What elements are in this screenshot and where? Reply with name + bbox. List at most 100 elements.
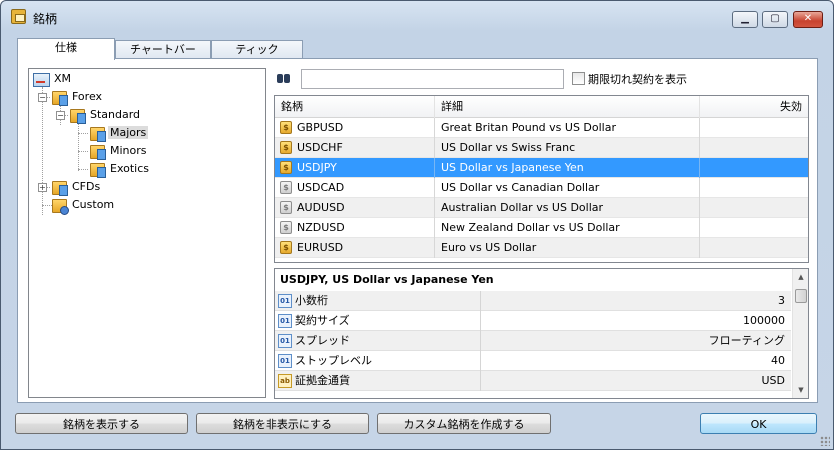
folder-icon	[89, 162, 106, 178]
table-row[interactable]: $ GBPUSD Great Britan Pound vs US Dollar	[275, 118, 808, 138]
property-name: 証拠金通貨	[275, 371, 481, 391]
tree-line	[78, 123, 79, 171]
folder-icon	[51, 180, 68, 196]
tree-node-standard[interactable]: Standard	[69, 107, 142, 124]
cell-expiry	[700, 218, 808, 238]
table-row[interactable]: $ NZDUSD New Zealand Dollar vs US Dollar	[275, 218, 808, 238]
cell-detail: New Zealand Dollar vs US Dollar	[435, 218, 700, 238]
cell-detail: US Dollar vs Canadian Dollar	[435, 178, 700, 198]
minimize-button[interactable]: ▁	[732, 11, 758, 28]
hide-symbol-button[interactable]: 銘柄を非表示にする	[196, 413, 369, 434]
title-bar[interactable]: 銘柄 ▁ ▢ ✕	[1, 1, 833, 31]
column-header-expiry[interactable]: 失効	[700, 96, 808, 118]
folder-icon	[69, 108, 86, 124]
maximize-button[interactable]: ▢	[762, 11, 788, 28]
folder-icon	[89, 144, 106, 160]
cell-symbol: $ AUDUSD	[275, 198, 435, 218]
symbol-name: AUDUSD	[297, 201, 345, 214]
column-header-symbol[interactable]: 銘柄	[275, 96, 435, 118]
table-row-selected[interactable]: $ USDJPY US Dollar vs Japanese Yen	[275, 158, 808, 178]
property-value: フローティング	[708, 334, 785, 347]
tree-node-majors[interactable]: Majors	[89, 125, 149, 142]
cell-symbol: $ USDCAD	[275, 178, 435, 198]
binoculars-search-icon[interactable]	[276, 71, 292, 85]
tree-node-cfds[interactable]: CFDs	[51, 179, 102, 196]
symbol-name: EURUSD	[297, 241, 344, 254]
property-value: 100000	[743, 314, 785, 327]
window-title: 銘柄	[33, 12, 58, 26]
column-header-detail[interactable]: 詳細	[435, 96, 700, 118]
symbol-name: USDCAD	[297, 181, 345, 194]
cell-symbol: $ USDCHF	[275, 138, 435, 158]
property-row[interactable]: 01 契約サイズ 100000	[275, 311, 791, 331]
property-row[interactable]: 01 ストップレベル 40	[275, 351, 791, 371]
table-row[interactable]: $ AUDUSD Australian Dollar vs US Dollar	[275, 198, 808, 218]
expand-cfds-icon[interactable]: +	[38, 183, 47, 192]
property-row[interactable]: 01 小数桁 3	[275, 291, 791, 311]
symbol-search-input[interactable]	[301, 69, 564, 89]
cell-expiry	[700, 178, 808, 198]
show-expired-checkbox[interactable]	[572, 72, 585, 85]
symbol-icon: $	[280, 201, 292, 214]
show-symbol-button[interactable]: 銘柄を表示する	[15, 413, 188, 434]
cell-symbol: $ NZDUSD	[275, 218, 435, 238]
cell-detail: Euro vs US Dollar	[435, 238, 700, 258]
custom-folder-icon	[51, 198, 69, 215]
tree-node-minors[interactable]: Minors	[89, 143, 149, 160]
property-name: 小数桁	[275, 291, 481, 311]
property-value: 40	[771, 354, 785, 367]
property-name: スプレッド	[275, 331, 481, 351]
app-icon	[11, 9, 26, 24]
tree-line	[78, 151, 88, 152]
tab-chart-bars[interactable]: チャートバー	[115, 40, 211, 59]
scroll-down-arrow-icon[interactable]: ▼	[793, 382, 808, 398]
symbols-window: 銘柄 ▁ ▢ ✕ 仕様 チャートバー ティック XM − Forex − Sta…	[0, 0, 834, 450]
table-row[interactable]: $ USDCHF US Dollar vs Swiss Franc	[275, 138, 808, 158]
tree-node-forex[interactable]: Forex	[51, 89, 104, 106]
folder-icon	[89, 126, 106, 142]
property-name: ストップレベル	[275, 351, 481, 371]
cell-expiry	[700, 158, 808, 178]
property-row[interactable]: ab 証拠金通貨 USD	[275, 371, 791, 391]
symbol-name: USDJPY	[297, 161, 337, 174]
symbol-group-tree[interactable]: XM − Forex − Standard Majors Minors Exot…	[28, 68, 266, 398]
cell-detail: Australian Dollar vs US Dollar	[435, 198, 700, 218]
property-row[interactable]: 01 スプレッド フローティング	[275, 331, 791, 351]
tab-ticks[interactable]: ティック	[211, 40, 303, 59]
property-value: USD	[761, 374, 785, 387]
symbol-name: USDCHF	[297, 141, 343, 154]
property-value: 3	[778, 294, 785, 307]
cell-expiry	[700, 198, 808, 218]
table-row[interactable]: $ USDCAD US Dollar vs Canadian Dollar	[275, 178, 808, 198]
scroll-up-arrow-icon[interactable]: ▲	[793, 269, 808, 285]
symbol-icon: $	[280, 241, 292, 254]
resize-grip-icon[interactable]	[820, 436, 830, 446]
symbol-icon: $	[280, 221, 292, 234]
show-expired-label[interactable]: 期限切れ契約を表示	[588, 71, 687, 87]
cell-detail: US Dollar vs Swiss Franc	[435, 138, 700, 158]
scroll-thumb[interactable]	[795, 289, 807, 303]
symbol-name: NZDUSD	[297, 221, 345, 234]
properties-scrollbar[interactable]: ▲ ▼	[792, 269, 808, 398]
cell-detail: Great Britan Pound vs US Dollar	[435, 118, 700, 138]
create-custom-symbol-button[interactable]: カスタム銘柄を作成する	[377, 413, 551, 434]
property-name: 契約サイズ	[275, 311, 481, 331]
ok-button[interactable]: OK	[700, 413, 817, 434]
collapse-forex-icon[interactable]: −	[38, 93, 47, 102]
cell-symbol: $ GBPUSD	[275, 118, 435, 138]
close-button[interactable]: ✕	[793, 11, 823, 28]
symbol-properties-panel: USDJPY, US Dollar vs Japanese Yen 01 小数桁…	[274, 268, 809, 399]
cell-detail: US Dollar vs Japanese Yen	[435, 158, 700, 178]
collapse-standard-icon[interactable]: −	[56, 111, 65, 120]
tree-node-xm[interactable]: XM	[33, 71, 73, 87]
tree-line	[78, 133, 88, 134]
tree-node-custom[interactable]: Custom	[51, 197, 116, 215]
symbol-icon: $	[280, 141, 292, 154]
tab-specification[interactable]: 仕様	[17, 38, 115, 60]
cell-expiry	[700, 138, 808, 158]
tree-node-exotics[interactable]: Exotics	[89, 161, 151, 178]
symbol-icon: $	[280, 161, 292, 174]
tree-line	[78, 169, 88, 170]
table-row[interactable]: $ EURUSD Euro vs US Dollar	[275, 238, 808, 258]
cell-symbol: $ EURUSD	[275, 238, 435, 258]
